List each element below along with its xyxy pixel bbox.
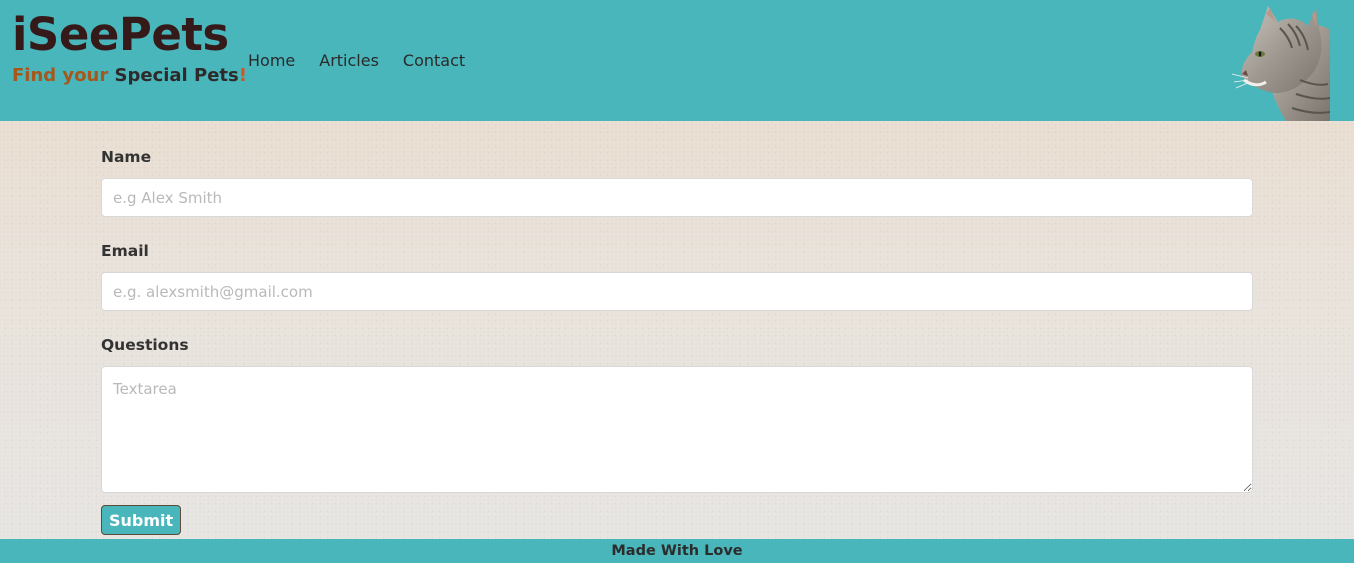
cat-icon: [1231, 6, 1330, 121]
main-nav: Home Articles Contact: [248, 50, 465, 72]
tagline-part-1: Find your: [12, 65, 109, 86]
nav-home-link[interactable]: Home: [248, 50, 295, 72]
site-header: iSeePets Find your Special Pets! Home Ar…: [0, 0, 1354, 121]
questions-label: Questions: [101, 336, 189, 354]
nav-contact-link[interactable]: Contact: [403, 50, 465, 72]
tagline-exclamation: !: [238, 65, 247, 86]
name-label: Name: [101, 148, 152, 166]
tagline-part-2: Special Pets: [114, 65, 239, 86]
site-tagline: Find your Special Pets!: [12, 64, 247, 88]
cat-photo: [1230, 0, 1330, 121]
email-input[interactable]: [101, 272, 1253, 311]
footer-text: Made With Love: [611, 543, 743, 559]
nav-articles-link[interactable]: Articles: [319, 50, 379, 72]
submit-button[interactable]: Submit: [101, 505, 182, 535]
site-footer: Made With Love: [0, 539, 1354, 563]
name-input[interactable]: [101, 178, 1253, 217]
email-label: Email: [101, 242, 149, 260]
site-logo-title[interactable]: iSeePets: [12, 6, 229, 64]
questions-textarea[interactable]: [101, 366, 1253, 493]
contact-form: Name Email Questions Submit: [101, 146, 1253, 535]
